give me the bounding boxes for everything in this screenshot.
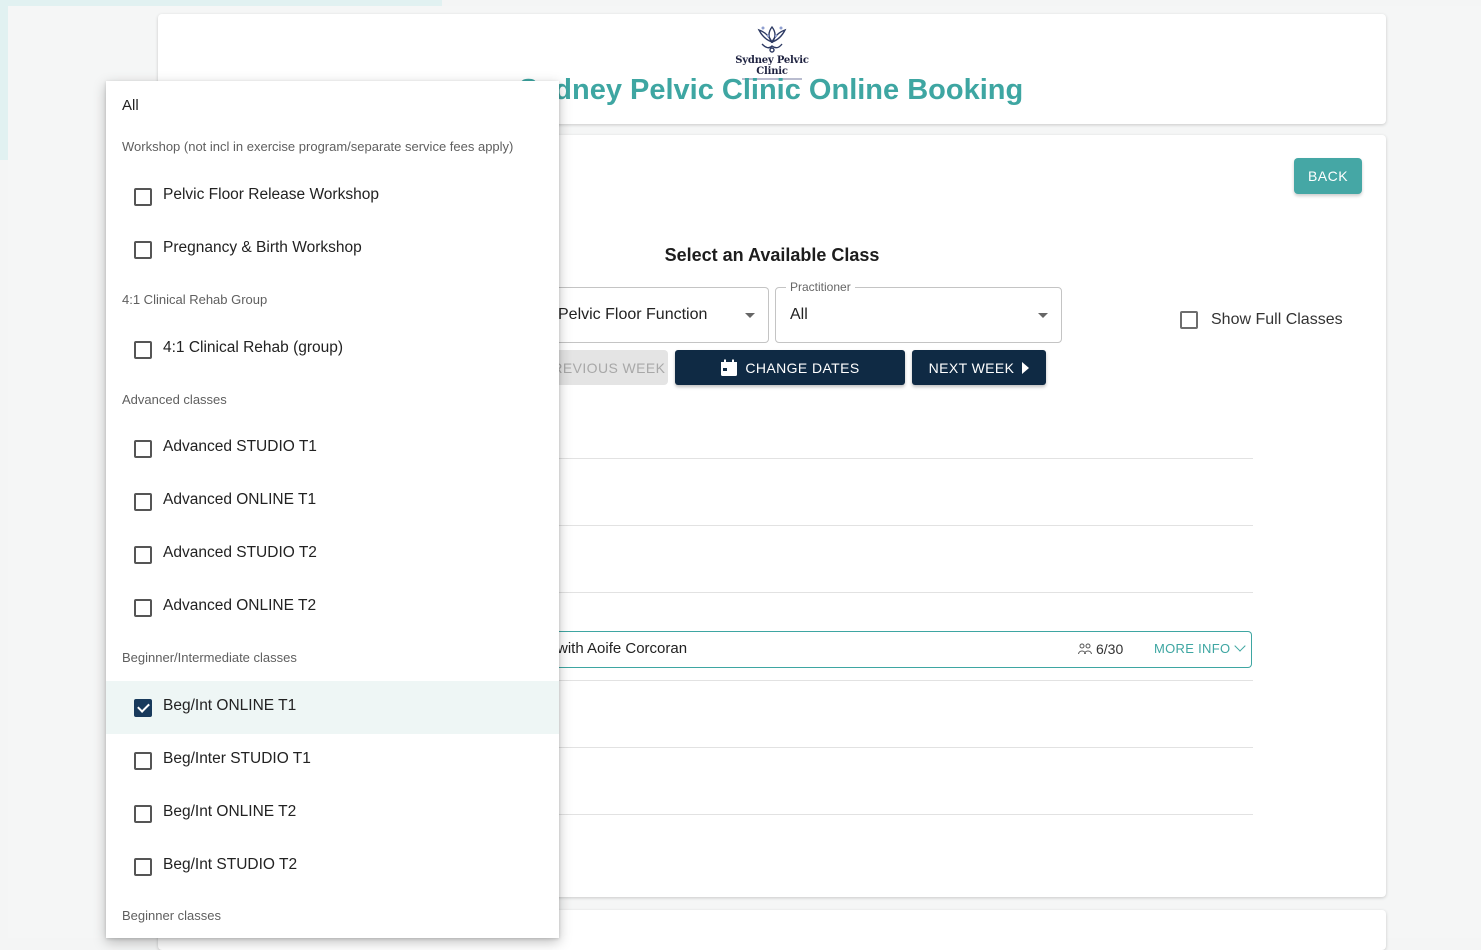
caret-down-icon [1038, 313, 1048, 318]
checkbox-icon[interactable] [134, 188, 152, 206]
menu-option[interactable]: Beg/Int ONLINE T2 [106, 787, 559, 840]
option-label: Pelvic Floor Release Workshop [163, 186, 379, 203]
option-label: Pregnancy & Birth Workshop [163, 239, 362, 256]
menu-option[interactable]: 4:1 Clinical Rehab (group) [106, 323, 559, 376]
more-info-label: MORE INFO [1154, 641, 1231, 656]
group-header: Workshop (not incl in exercise program/s… [122, 139, 514, 154]
previous-week-button[interactable]: PREVIOUS WEEK [540, 350, 668, 385]
service-select-value: Pelvic Floor Function [558, 306, 708, 323]
menu-item-all[interactable]: All [122, 97, 139, 114]
menu-option[interactable]: Beg/Int STUDIO T2 [106, 840, 559, 893]
checkbox-icon[interactable] [134, 341, 152, 359]
class-list-item[interactable]: with Aoife Corcoran 6/30 MORE INFO [540, 631, 1252, 668]
group-header: 4:1 Clinical Rehab Group [122, 292, 268, 307]
menu-option[interactable]: Advanced STUDIO T2 [106, 528, 559, 581]
list-divider [558, 680, 1253, 681]
option-label: 4:1 Clinical Rehab (group) [163, 339, 344, 356]
capacity-value: 6/30 [1096, 641, 1124, 657]
class-capacity: 6/30 [1078, 641, 1123, 657]
list-divider [558, 592, 1253, 593]
menu-option[interactable]: Beg/Inter STUDIO T1 [106, 734, 559, 787]
checkbox-icon[interactable] [134, 858, 152, 876]
calendar-icon [721, 359, 738, 376]
next-week-label: NEXT WEEK [928, 359, 1015, 376]
chevron-down-icon [1234, 640, 1247, 652]
back-button[interactable]: BACK [1294, 158, 1362, 194]
list-divider [558, 458, 1253, 459]
checkbox-icon[interactable] [134, 805, 152, 823]
list-divider [558, 525, 1253, 526]
section-title: Select an Available Class [664, 245, 880, 265]
option-label: Beg/Int ONLINE T2 [163, 803, 297, 820]
checkbox-icon[interactable] [134, 241, 152, 259]
play-arrow-icon [1022, 361, 1030, 374]
option-label: Advanced STUDIO T1 [163, 438, 317, 455]
checkbox-icon[interactable] [134, 599, 152, 617]
next-week-button[interactable]: NEXT WEEK [912, 350, 1046, 385]
checkbox-icon[interactable] [134, 752, 152, 770]
class-type-dropdown-menu: All Workshop (not incl in exercise progr… [106, 81, 559, 938]
option-label: Advanced ONLINE T1 [163, 491, 317, 508]
checkbox-icon[interactable] [134, 546, 152, 564]
group-header: Advanced classes [122, 392, 227, 407]
option-label: Beg/Int ONLINE T1 [163, 697, 297, 714]
option-label: Advanced ONLINE T2 [163, 597, 317, 614]
option-label: Beg/Int STUDIO T2 [163, 856, 298, 873]
more-info-button[interactable]: MORE INFO [1154, 640, 1247, 656]
menu-option[interactable]: Advanced ONLINE T2 [106, 581, 559, 634]
change-dates-button[interactable]: CHANGE DATES [675, 350, 905, 385]
checked-checkbox-icon[interactable] [134, 699, 152, 717]
clinic-logo: Sydney Pelvic Clinic [718, 24, 826, 80]
caret-down-icon [745, 313, 755, 318]
list-divider [558, 747, 1253, 748]
group-header: Beginner classes [122, 908, 221, 923]
change-dates-label: CHANGE DATES [745, 359, 860, 376]
checkbox-icon[interactable] [134, 493, 152, 511]
show-full-classes-label: Show Full Classes [1211, 311, 1343, 328]
menu-option[interactable]: Pelvic Floor Release Workshop [106, 170, 559, 223]
practitioner-select-value: All [790, 306, 808, 323]
option-label: Advanced STUDIO T2 [163, 544, 317, 561]
menu-option[interactable]: Pregnancy & Birth Workshop [106, 223, 559, 276]
people-icon [1078, 643, 1092, 655]
practitioner-label: Practitioner [786, 280, 855, 294]
menu-option-selected[interactable]: Beg/Int ONLINE T1 [106, 681, 559, 734]
service-select[interactable]: Pelvic Floor Function [540, 287, 769, 343]
group-header: Beginner/Intermediate classes [122, 650, 297, 665]
show-full-classes-toggle[interactable]: Show Full Classes [1180, 311, 1343, 329]
checkbox-icon[interactable] [1180, 311, 1198, 329]
previous-week-label: PREVIOUS WEEK [542, 359, 666, 376]
option-label: Beg/Inter STUDIO T1 [163, 750, 311, 767]
checkbox-icon[interactable] [134, 440, 152, 458]
class-teacher: with Aoife Corcoran [557, 640, 688, 657]
menu-option[interactable]: Advanced ONLINE T1 [106, 475, 559, 528]
practitioner-select[interactable]: Practitioner All [775, 280, 1062, 343]
lotus-logo-icon [757, 25, 787, 53]
menu-option[interactable]: Advanced STUDIO T1 [106, 422, 559, 475]
list-divider [558, 814, 1253, 815]
